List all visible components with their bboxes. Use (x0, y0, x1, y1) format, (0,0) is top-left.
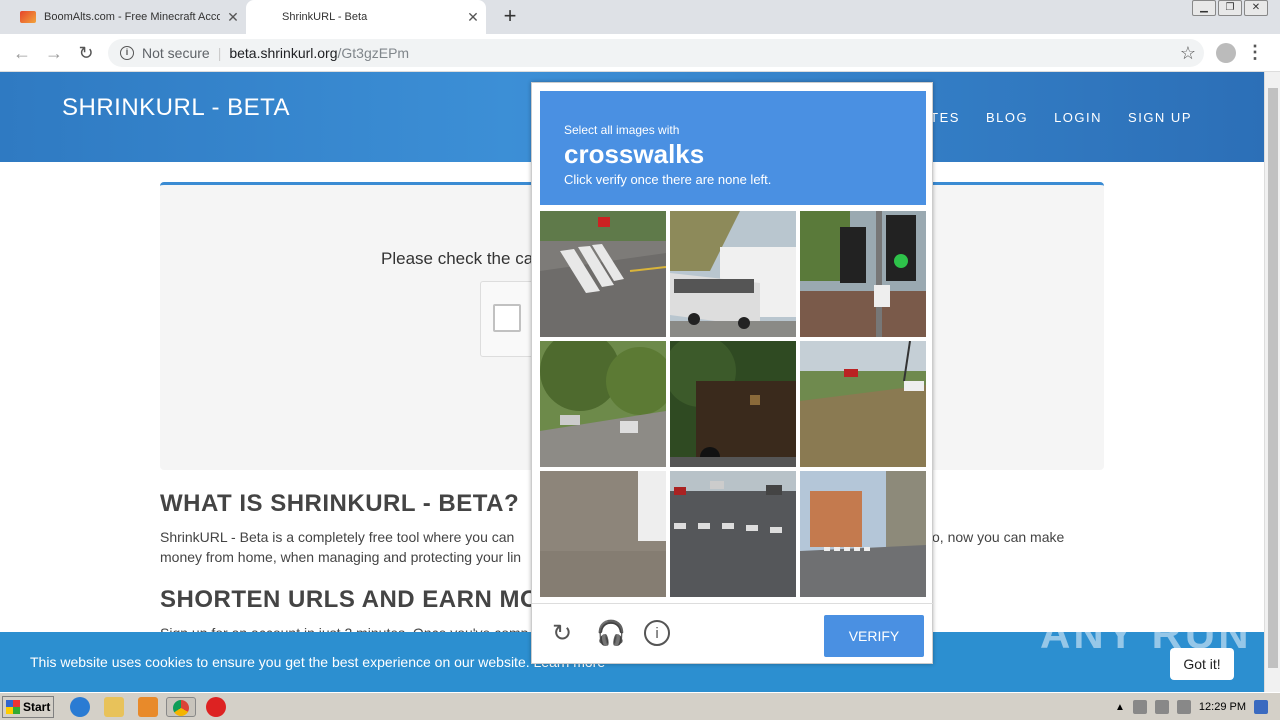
reload-icon[interactable]: ↻ (74, 41, 98, 65)
clock: 12:29 PM (1198, 701, 1246, 713)
captcha-challenge: Select all images with crosswalks Click … (531, 82, 934, 665)
tab-title: BoomAlts.com - Free Minecraft Accou (44, 11, 220, 23)
captcha-tile-pavement[interactable] (540, 471, 666, 597)
nav-signup[interactable]: SIGN UP (1128, 110, 1192, 125)
security-label: Not secure (142, 45, 210, 61)
recaptcha-checkbox[interactable] (493, 304, 521, 332)
nav-blog[interactable]: BLOG (986, 110, 1028, 125)
captcha-footer: ↻ 🎧 i VERIFY (532, 603, 934, 665)
opera-icon[interactable] (206, 697, 226, 717)
tab-title: ShrinkURL - Beta (282, 11, 368, 23)
section2-heading: SHORTEN URLS AND EARN MO (160, 586, 540, 613)
windows-logo-icon (6, 700, 20, 714)
page-scrollbar[interactable] (1264, 72, 1280, 692)
close-window-icon[interactable]: ✕ (1244, 0, 1268, 16)
window-controls: ▁ ❐ ✕ (1192, 0, 1268, 16)
captcha-tile-traffic-light[interactable] (800, 211, 926, 337)
chrome-icon (173, 700, 189, 716)
address-bar: ← → ↻ i Not secure | beta.shrinkurl.org … (0, 34, 1280, 72)
boomalts-favicon-icon (20, 11, 36, 23)
captcha-tile-tree-road[interactable] (540, 341, 666, 467)
close-tab-icon[interactable]: ✕ (220, 9, 246, 26)
tab-boomalts[interactable]: BoomAlts.com - Free Minecraft Accou ✕ (0, 0, 246, 34)
profile-avatar-icon[interactable] (1216, 43, 1236, 63)
menu-icon[interactable]: ⋮ (1246, 42, 1264, 63)
scrollbar-thumb[interactable] (1268, 88, 1278, 668)
chrome-taskbar-button[interactable] (166, 697, 196, 717)
url-path: /Gt3gzEPm (337, 45, 410, 61)
minimize-icon[interactable]: ▁ (1192, 0, 1216, 16)
taskbar: Start ▲ 12:29 PM (0, 692, 1280, 720)
start-label: Start (23, 700, 51, 714)
captcha-tile-field-car[interactable] (800, 341, 926, 467)
reload-challenge-icon[interactable]: ↻ (548, 620, 576, 648)
flag-icon[interactable] (1176, 700, 1191, 714)
captcha-tile-crosswalk-buildings[interactable] (800, 471, 926, 597)
section1-line1b: o, now you can make (932, 529, 1065, 545)
captcha-header: Select all images with crosswalks Click … (540, 91, 926, 205)
site-brand[interactable]: SHRINKURL - BETA (62, 94, 290, 122)
captcha-tile-bus[interactable] (670, 211, 796, 337)
captcha-instruction: Select all images with (564, 123, 680, 137)
show-desktop-icon[interactable] (1254, 700, 1268, 714)
card-message: Please check the ca (381, 249, 534, 268)
site-nav: RATES BLOG LOGIN SIGN UP (910, 110, 1192, 125)
tab-bar: BoomAlts.com - Free Minecraft Accou ✕ Sh… (0, 0, 1280, 34)
back-icon[interactable]: ← (10, 41, 34, 65)
url-host: beta.shrinkurl.org (229, 45, 338, 61)
close-tab-icon[interactable]: ✕ (460, 9, 486, 26)
captcha-tile-crosswalk-road[interactable] (670, 471, 796, 597)
network-icon[interactable] (1154, 700, 1169, 714)
media-player-icon[interactable] (138, 697, 158, 717)
url-field[interactable]: i Not secure | beta.shrinkurl.org /Gt3gz… (108, 39, 1204, 67)
url-separator: | (217, 45, 222, 61)
start-button[interactable]: Start (2, 696, 54, 718)
bookmark-star-icon[interactable]: ☆ (1180, 43, 1196, 64)
section1-line2: money from home, when managing and prote… (160, 549, 522, 565)
tab-shrinkurl[interactable]: ShrinkURL - Beta ✕ (246, 0, 486, 34)
captcha-target: crosswalks (564, 139, 705, 169)
section1-heading: WHAT IS SHRINKURL - BETA? (160, 490, 520, 517)
captcha-image-grid (540, 211, 926, 597)
verify-button[interactable]: VERIFY (824, 615, 924, 657)
captcha-tile-truck[interactable] (670, 341, 796, 467)
new-tab-button[interactable]: + (498, 4, 522, 28)
info-icon[interactable]: i (120, 46, 134, 60)
captcha-tile-crosswalk-street[interactable] (540, 211, 666, 337)
section1-line1a: ShrinkURL - Beta is a completely free to… (160, 529, 515, 545)
nav-login[interactable]: LOGIN (1054, 110, 1102, 125)
tray-expand-icon[interactable]: ▲ (1115, 702, 1125, 713)
volume-icon[interactable] (1132, 700, 1147, 714)
audio-challenge-icon[interactable]: 🎧 (596, 620, 626, 648)
help-icon[interactable]: i (644, 620, 670, 646)
restore-icon[interactable]: ❐ (1218, 0, 1242, 16)
forward-icon[interactable]: → (42, 41, 66, 65)
explorer-icon[interactable] (104, 697, 124, 717)
system-tray: ▲ 12:29 PM (1115, 696, 1280, 718)
anyrun-watermark: ANY RUN (1040, 610, 1252, 657)
cookie-text: This website uses cookies to ensure you … (30, 654, 606, 670)
ie-icon[interactable] (70, 697, 90, 717)
captcha-subtext: Click verify once there are none left. (564, 172, 772, 187)
